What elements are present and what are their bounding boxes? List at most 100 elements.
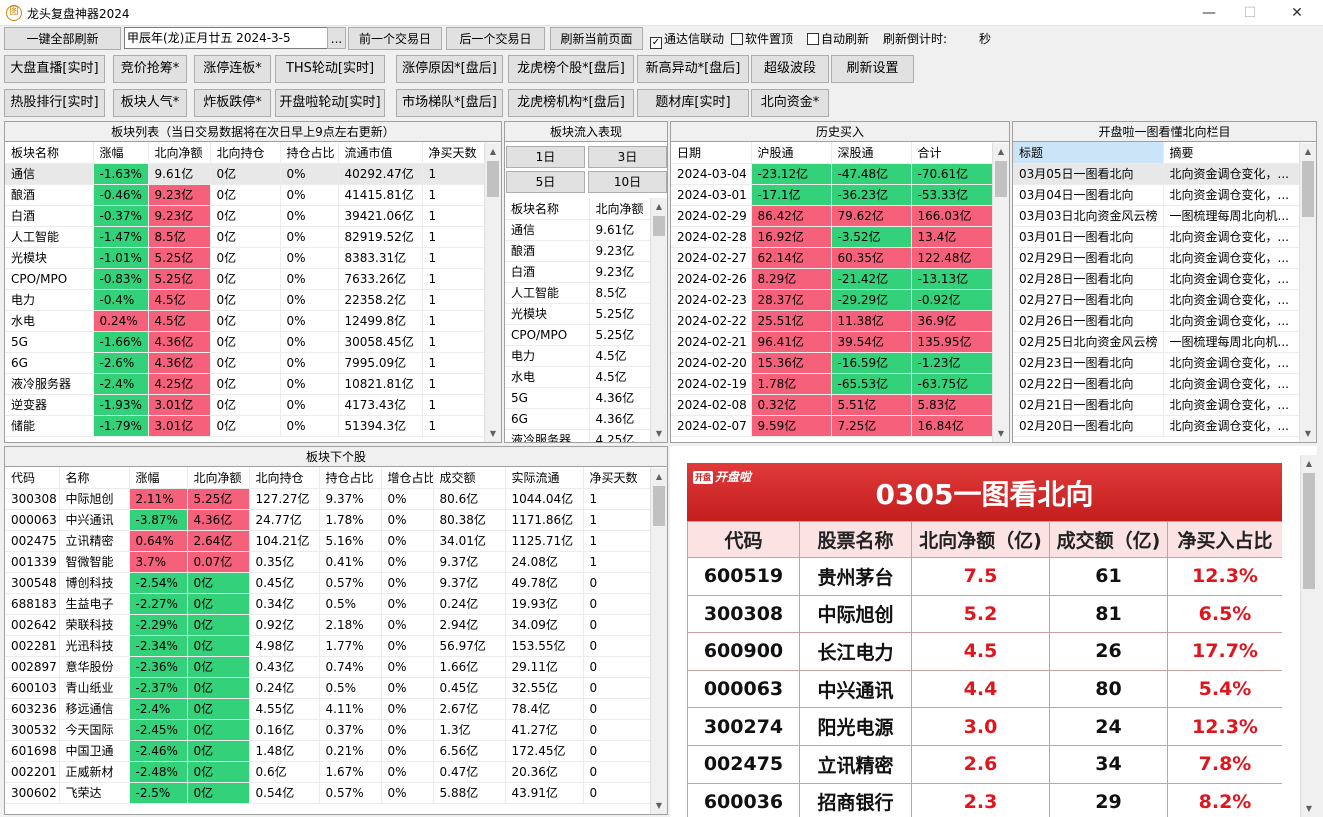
table-row[interactable]: 688183 生益电子 -2.27% 0亿 0.34亿 0.5% 0% 0.24亿 19.93亿… [5, 593, 652, 615]
scroll-up-icon[interactable]: ▲ [651, 468, 667, 485]
table-row[interactable]: 光模块 -1.01% 5.25亿 0亿 0% 8383.31亿 1 [5, 247, 487, 269]
table-row[interactable]: 2024-02-21 96.41亿 39.54亿 135.95亿 [671, 331, 994, 353]
table-row[interactable]: 5G 4.36亿 [505, 387, 652, 409]
table-row[interactable]: 5G -1.66% 4.36亿 0亿 0% 30058.45亿 1 [5, 331, 487, 353]
scroll-thumb[interactable] [995, 161, 1007, 197]
column-header[interactable]: 北向净额 [148, 142, 211, 164]
table-row[interactable]: CPO/MPO -0.83% 5.25亿 0亿 0% 7633.26亿 1 [5, 268, 487, 290]
scroll-down-icon[interactable]: ▼ [993, 425, 1009, 442]
table-row[interactable]: 2024-02-20 15.36亿 -16.59亿 -1.23亿 [671, 352, 994, 374]
period-button-1日[interactable]: 1日 [506, 146, 585, 168]
scroll-thumb[interactable] [487, 161, 499, 197]
table-row[interactable]: 02月28日一图看北向 北向资金调仓变化，... [1013, 268, 1301, 290]
table-row[interactable]: 2024-02-22 25.51亿 11.38亿 36.9亿 [671, 310, 994, 332]
table-row[interactable]: 03月05日一图看北向 北向资金调仓变化，... [1013, 163, 1301, 185]
table-row[interactable]: 酿酒 9.23亿 [505, 240, 652, 262]
table-row[interactable]: 白酒 9.23亿 [505, 261, 652, 283]
table-row[interactable]: 02月27日一图看北向 北向资金调仓变化，... [1013, 289, 1301, 311]
always-on-top-checkbox[interactable]: 软件置顶 [731, 31, 793, 47]
column-header[interactable]: 涨幅 [93, 142, 149, 164]
nav-button[interactable]: 刷新设置 [831, 55, 914, 83]
column-header[interactable]: 北向净额 [589, 198, 652, 220]
image-scrollbar[interactable]: ▲ ▼ [1300, 455, 1317, 817]
table-row[interactable]: 002897 意华股份 -2.36% 0亿 0.43亿 0.74% 0% 1.66亿 29.11… [5, 656, 652, 678]
table-row[interactable]: 白酒 -0.37% 9.23亿 0亿 0% 39421.06亿 1 [5, 205, 487, 227]
table-row[interactable]: 02月25日北向资金风云榜 一图梳理每周北向机... [1013, 331, 1301, 353]
table-row[interactable]: 2024-02-27 62.14亿 60.35亿 122.48亿 [671, 247, 994, 269]
scroll-up-icon[interactable]: ▲ [485, 143, 501, 160]
column-header[interactable]: 板块名称 [5, 142, 94, 164]
period-button-5日[interactable]: 5日 [506, 171, 585, 193]
table-row[interactable]: 水电 0.24% 4.5亿 0亿 0% 12499.8亿 1 [5, 310, 487, 332]
table-row[interactable]: 001339 智微智能 3.7% 0.07亿 0.35亿 0.41% 0% 9.37亿 24.0… [5, 551, 652, 573]
table-row[interactable]: 光模块 5.25亿 [505, 303, 652, 325]
table-row[interactable]: 300548 博创科技 -2.54% 0亿 0.45亿 0.57% 0% 9.37亿 49.78… [5, 572, 652, 594]
table-row[interactable]: 通信 -1.63% 9.61亿 0亿 0% 40292.47亿 1 [5, 163, 487, 185]
column-header[interactable]: 日期 [671, 142, 752, 164]
scroll-thumb[interactable] [653, 216, 665, 236]
column-header[interactable]: 涨幅 [129, 467, 188, 489]
table-row[interactable]: 03月04日一图看北向 北向资金调仓变化，... [1013, 184, 1301, 206]
table-row[interactable]: 600103 青山纸业 -2.37% 0亿 0.24亿 0.5% 0% 0.45亿 32.55亿… [5, 677, 652, 699]
table-row[interactable]: 000063 中兴通讯 -3.87% 4.36亿 24.77亿 1.78% 0% 80.38亿… [5, 509, 652, 531]
nav-button[interactable]: 题材库[实时] [637, 89, 749, 117]
table-row[interactable]: 02月29日一图看北向 北向资金调仓变化，... [1013, 247, 1301, 269]
column-header[interactable]: 合计 [911, 142, 994, 164]
table-row[interactable]: 6G -2.6% 4.36亿 0亿 0% 7995.09亿 1 [5, 352, 487, 374]
refresh-page-button[interactable]: 刷新当前页面 [550, 27, 643, 50]
column-header[interactable]: 名称 [59, 467, 130, 489]
scroll-up-icon[interactable]: ▲ [1300, 143, 1316, 160]
table-row[interactable]: 2024-02-29 86.42亿 79.62亿 166.03亿 [671, 205, 994, 227]
column-header[interactable]: 持仓占比 [319, 467, 382, 489]
column-header[interactable]: 沪股通 [751, 142, 832, 164]
column-header[interactable]: 北向持仓 [210, 142, 281, 164]
table-row[interactable]: 603236 移远通信 -2.4% 0亿 4.55亿 4.11% 0% 2.67亿 78.4亿 0 [5, 698, 652, 720]
table-row[interactable]: 人工智能 8.5亿 [505, 282, 652, 304]
table-row[interactable]: 液冷服务器 4.25亿 [505, 429, 652, 442]
table-row[interactable]: 02月21日一图看北向 北向资金调仓变化，... [1013, 394, 1301, 416]
table-row[interactable]: 酿酒 -0.46% 9.23亿 0亿 0% 41415.81亿 1 [5, 184, 487, 206]
scroll-thumb[interactable] [1302, 161, 1314, 217]
table-row[interactable]: 300308 中际旭创 2.11% 5.25亿 127.27亿 9.37% 0% 80.6亿 1… [5, 488, 652, 510]
column-header[interactable]: 持仓占比 [280, 142, 339, 164]
nav-button[interactable]: 板块人气* [113, 89, 187, 117]
table-row[interactable]: 03月01日一图看北向 北向资金调仓变化，... [1013, 226, 1301, 248]
table-row[interactable]: 电力 4.5亿 [505, 345, 652, 367]
next-day-button[interactable]: 后一个交易日 [446, 27, 545, 50]
table-row[interactable]: 2024-03-01 -17.1亿 -36.23亿 -53.33亿 [671, 184, 994, 206]
scroll-up-icon[interactable]: ▲ [1301, 455, 1317, 472]
table-row[interactable]: 300602 飞荣达 -2.5% 0亿 0.54亿 0.57% 0% 5.88亿 43.91亿 0 [5, 782, 652, 804]
period-button-3日[interactable]: 3日 [588, 146, 667, 168]
table-row[interactable]: 储能 -1.79% 3.01亿 0亿 0% 51394.3亿 1 [5, 415, 487, 437]
column-header[interactable]: 标题 [1013, 142, 1164, 164]
table-row[interactable]: 液冷服务器 -2.4% 4.25亿 0亿 0% 10821.81亿 1 [5, 373, 487, 395]
history-scrollbar[interactable]: ▲ ▼ [992, 143, 1009, 442]
table-row[interactable]: 水电 4.5亿 [505, 366, 652, 388]
tdx-link-checkbox[interactable]: ✓ 通达信联动 [650, 31, 724, 49]
table-row[interactable]: 电力 -0.4% 4.5亿 0亿 0% 22358.2亿 1 [5, 289, 487, 311]
nav-button[interactable]: 热股排行[实时] [4, 89, 105, 117]
date-picker-button[interactable]: ... [327, 27, 346, 49]
stocks-scrollbar[interactable]: ▲ ▼ [650, 468, 667, 814]
nav-button[interactable]: 超级波段 [751, 55, 829, 83]
table-row[interactable]: 300532 今天国际 -2.45% 0亿 0.16亿 0.37% 0% 1.3亿 41.27亿… [5, 719, 652, 741]
nav-button[interactable]: 涨停连板* [194, 55, 271, 83]
table-row[interactable]: 002642 荣联科技 -2.29% 0亿 0.92亿 2.18% 0% 2.94亿 34.09… [5, 614, 652, 636]
scroll-up-icon[interactable]: ▲ [651, 198, 667, 215]
nav-button[interactable]: THS轮动[实时] [275, 55, 385, 83]
prev-day-button[interactable]: 前一个交易日 [348, 27, 442, 50]
table-row[interactable]: CPO/MPO 5.25亿 [505, 324, 652, 346]
nav-button[interactable]: 市场梯队*[盘后] [396, 89, 503, 117]
table-row[interactable]: 6G 4.36亿 [505, 408, 652, 430]
auto-refresh-checkbox[interactable]: 自动刷新 [807, 31, 869, 47]
column-header[interactable]: 北向持仓 [249, 467, 320, 489]
nav-button[interactable]: 大盘直播[实时] [4, 55, 105, 83]
maximize-icon[interactable]: ☐ [1227, 0, 1273, 26]
table-row[interactable]: 002201 正威新材 -2.48% 0亿 0.6亿 1.67% 0% 0.47亿 20.36亿… [5, 761, 652, 783]
column-header[interactable]: 代码 [5, 467, 60, 489]
table-row[interactable]: 002281 光迅科技 -2.34% 0亿 4.98亿 1.77% 0% 56.97亿 153.… [5, 635, 652, 657]
column-header[interactable]: 北向净额 [187, 467, 250, 489]
table-row[interactable]: 2024-02-28 16.92亿 -3.52亿 13.4亿 [671, 226, 994, 248]
table-row[interactable]: 03月03日北向资金风云榜 一图梳理每周北向机... [1013, 205, 1301, 227]
table-row[interactable]: 2024-02-19 1.78亿 -65.53亿 -63.75亿 [671, 373, 994, 395]
